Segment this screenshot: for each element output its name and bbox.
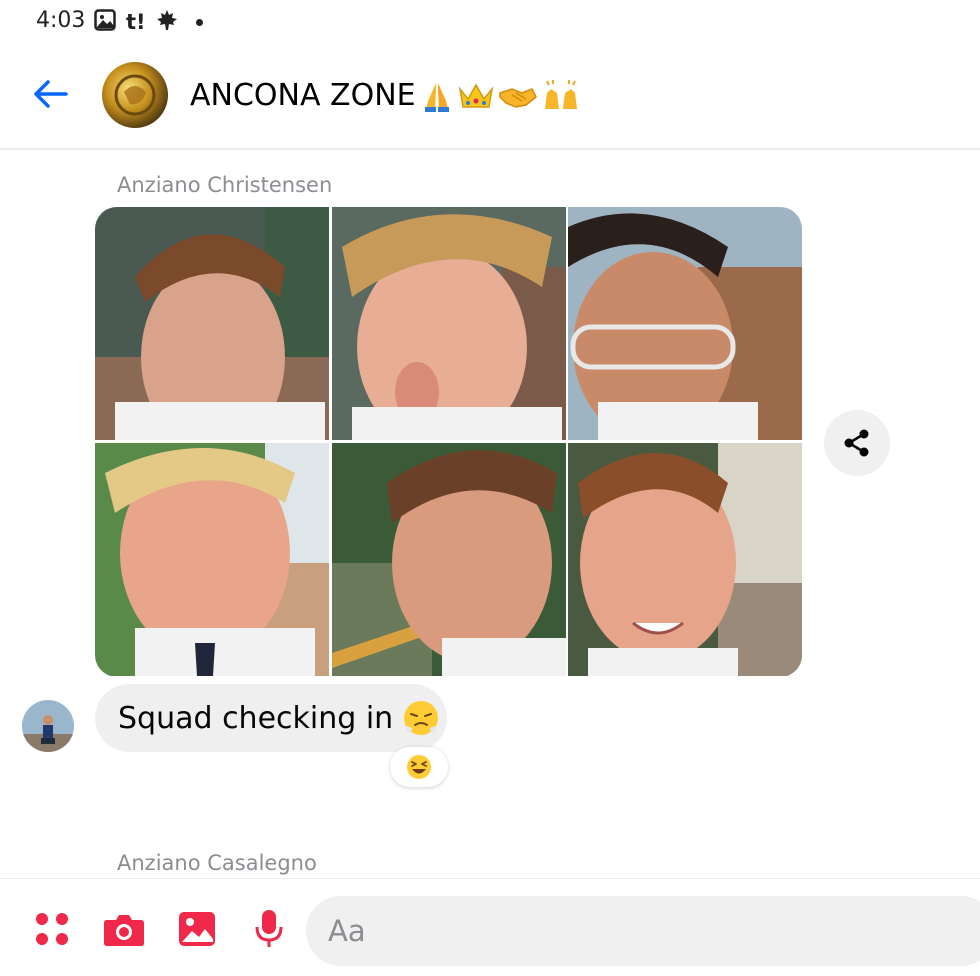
photo-3[interactable] <box>568 207 802 440</box>
share-button[interactable] <box>824 410 890 476</box>
photo-4[interactable] <box>95 443 329 676</box>
share-icon <box>844 429 869 457</box>
grinning-squinting-face-icon <box>407 755 431 779</box>
message-input[interactable]: Aa <box>306 896 980 966</box>
gallery-icon[interactable] <box>178 911 216 951</box>
back-button[interactable] <box>30 74 70 118</box>
photo-grid[interactable] <box>95 207 802 677</box>
arrow-left-icon <box>34 80 68 108</box>
message-bubble[interactable]: Squad checking in <box>95 684 447 752</box>
reaction-badge[interactable] <box>390 747 448 787</box>
tumblr-t-icon: t! <box>126 10 146 34</box>
notification-dot-icon <box>195 18 203 26</box>
apps-icon[interactable] <box>34 911 70 951</box>
chat-title-text: ANCONA ZONE <box>190 78 416 113</box>
steam-nose-face-icon <box>403 700 439 736</box>
message-text: Squad checking in <box>118 700 394 736</box>
photo-2[interactable] <box>331 207 566 440</box>
sender-name: Anziano Christensen <box>117 173 333 197</box>
photo-5[interactable] <box>331 443 566 676</box>
photo-1[interactable] <box>95 207 329 440</box>
chat-title[interactable]: ANCONA ZONE <box>190 78 581 113</box>
group-avatar[interactable] <box>102 62 168 128</box>
avatar[interactable] <box>22 700 74 752</box>
handshake-icon <box>498 87 537 108</box>
photo-6[interactable] <box>568 443 802 676</box>
crown-icon <box>458 82 493 108</box>
image-icon <box>94 9 116 35</box>
camera-icon[interactable] <box>103 912 145 952</box>
sender-name-next: Anziano Casalegno <box>117 851 317 875</box>
chat-header: ANCONA ZONE <box>0 44 980 150</box>
folded-hands-icon <box>424 82 449 112</box>
status-time: 4:03 <box>36 8 86 33</box>
composer-bar: Aa <box>0 878 980 976</box>
raising-hands-icon <box>544 79 577 109</box>
microphone-icon[interactable] <box>254 909 284 953</box>
message-input-placeholder: Aa <box>328 914 366 948</box>
maple-leaf-icon <box>156 9 178 35</box>
status-bar: 4:03 t! <box>0 0 980 44</box>
